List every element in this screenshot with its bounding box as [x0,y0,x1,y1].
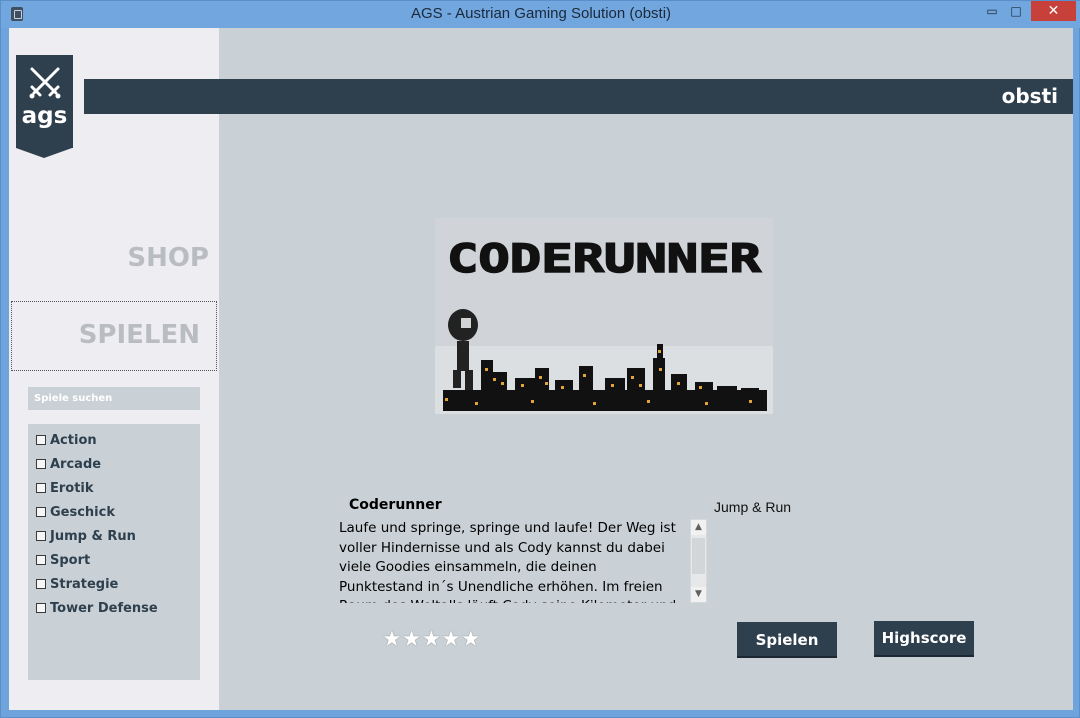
checkbox[interactable] [36,459,46,469]
genre-item-strategie[interactable]: Strategie [36,574,118,594]
genre-item-action[interactable]: Action [36,430,97,450]
username[interactable]: obsti [1002,84,1058,108]
rating-stars[interactable]: ★★★★★ [382,627,481,652]
genre-item-jump-run[interactable]: Jump & Run [36,526,136,546]
scroll-up-icon[interactable]: ▲ [691,520,706,535]
app-window: AGS - Austrian Gaming Solution (obsti) ▭… [0,0,1080,718]
genre-item-tower-defense[interactable]: Tower Defense [36,598,158,618]
game-description-box: Laufe und springe, springe und laufe! De… [337,519,709,603]
genre-label: Sport [50,552,91,568]
scroll-thumb[interactable] [692,538,705,574]
genre-label: Action [50,432,97,448]
checkbox[interactable] [36,579,46,589]
genre-label: Jump & Run [50,528,136,544]
search-input[interactable] [28,387,200,410]
genre-item-sport[interactable]: Sport [36,550,90,570]
crossed-swords-icon [29,67,61,99]
genre-item-geschick[interactable]: Geschick [36,502,115,522]
highscore-button[interactable]: Highscore [874,621,974,657]
description-scrollbar[interactable]: ▲ ▼ [690,519,707,603]
logo-text: ags [21,103,68,129]
coderunner-banner-art: CODERUNNER [435,218,773,414]
checkbox[interactable] [36,603,46,613]
genre-label: Geschick [50,504,115,520]
game-banner: CODERUNNER [435,218,773,414]
nav-spielen[interactable]: SPIELEN [11,301,217,371]
ags-logo: ags [16,55,73,158]
game-title: Coderunner [349,497,442,513]
genre-label: Strategie [50,576,119,592]
genre-item-arcade[interactable]: Arcade [36,454,101,474]
close-button[interactable]: ✕ [1031,1,1076,21]
nav-spielen-label: SPIELEN [78,320,200,350]
genre-filter-list: Action Arcade Erotik Geschick Jump & Run [28,424,200,680]
genre-item-erotik[interactable]: Erotik [36,478,94,498]
checkbox[interactable] [36,507,46,517]
checkbox[interactable] [36,435,46,445]
game-genre: Jump & Run [714,499,792,515]
title-bar[interactable]: AGS - Austrian Gaming Solution (obsti) ▭… [1,1,1080,28]
checkbox[interactable] [36,555,46,565]
window-title: AGS - Austrian Gaming Solution (obsti) [410,5,672,22]
maximize-button[interactable]: □ [1005,1,1027,21]
scroll-down-icon[interactable]: ▼ [691,587,706,602]
minimize-button[interactable]: ▭ [979,1,1005,21]
genre-label: Tower Defense [50,600,158,616]
play-button[interactable]: Spielen [737,622,837,658]
nav-shop[interactable]: SHOP [9,243,209,273]
client-area: ags SHOP SPIELEN Action Arcade Erotik [9,28,1073,710]
genre-label: Erotik [50,480,94,496]
genre-label: Arcade [50,456,102,472]
header-bar: obsti [84,79,1073,114]
sidebar: ags SHOP SPIELEN Action Arcade Erotik [9,28,219,710]
checkbox[interactable] [36,531,46,541]
banner-title: CODERUNNER [447,237,762,282]
game-description: Laufe und springe, springe und laufe! De… [339,520,676,603]
checkbox[interactable] [36,483,46,493]
